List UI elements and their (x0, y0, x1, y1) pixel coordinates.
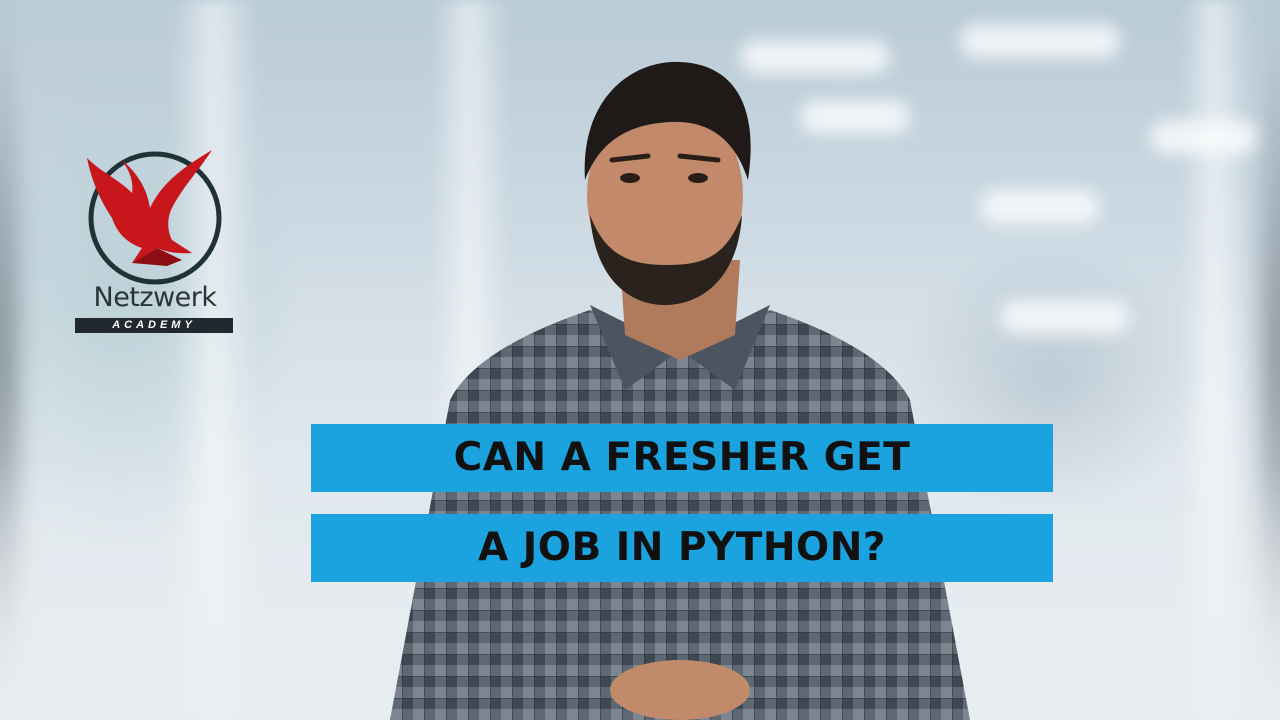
caption-line-2: A JOB IN PYTHON? (311, 514, 1053, 582)
caption-line-1: CAN A FRESHER GET (311, 424, 1053, 492)
brand-name: Netzwerk (93, 282, 218, 313)
presenter (390, 61, 970, 720)
brand-tagline: ACADEMY (75, 318, 233, 333)
